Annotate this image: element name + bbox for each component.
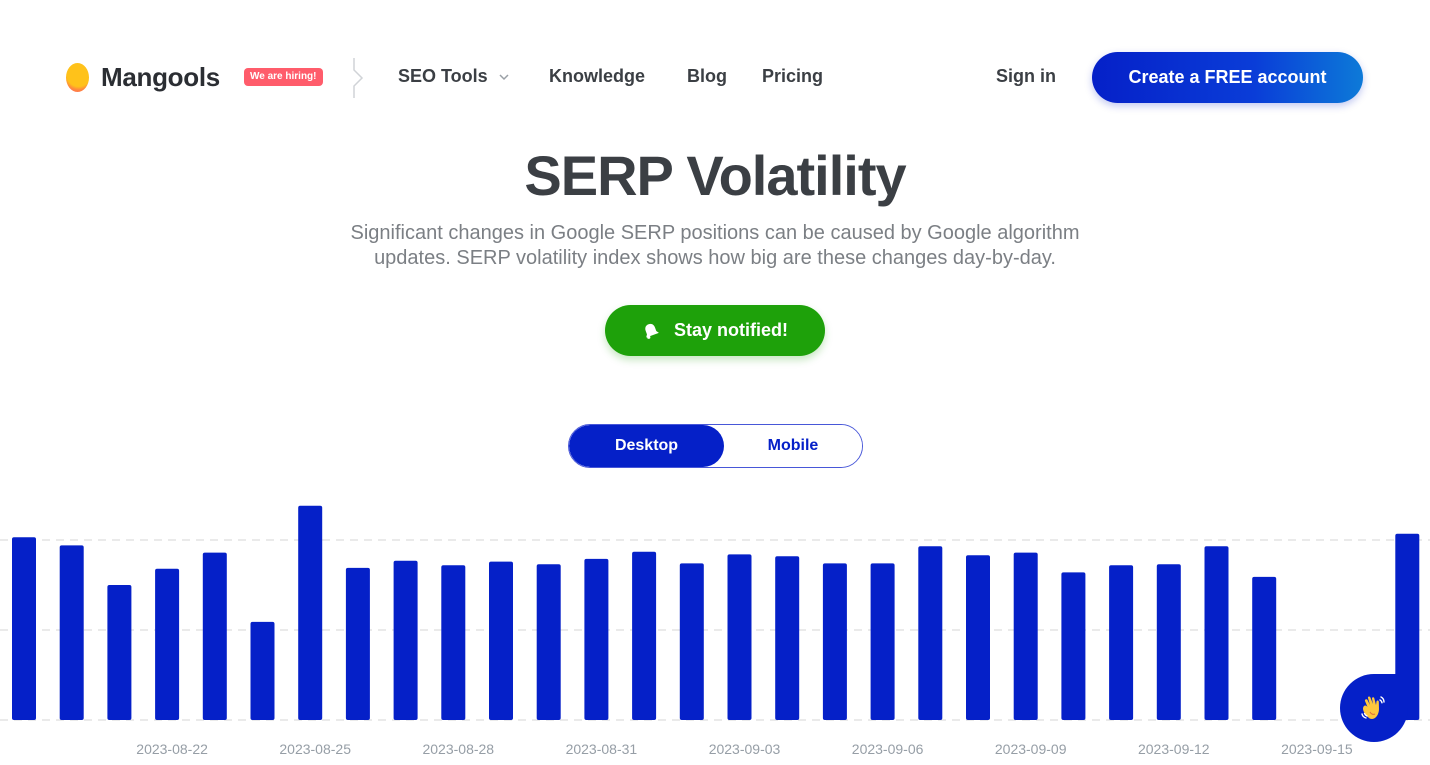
bar-2023-09-05[interactable] [822,563,847,720]
bar-2023-08-23[interactable] [202,552,227,720]
site-header: Mangools We are hiring! SEO Tools Knowle… [0,0,1430,150]
bar-2023-09-11[interactable] [1109,565,1134,720]
bar-2023-08-25[interactable] [298,505,323,720]
page-title: SERP Volatility [524,144,906,207]
bar-2023-09-08[interactable] [966,555,990,720]
nav-blog[interactable]: Blog [687,66,727,87]
x-tick-label: 2023-08-31 [566,741,638,757]
bar-2023-08-31[interactable] [584,558,609,720]
mangools-logo-icon [66,63,89,92]
bar-2023-09-13[interactable] [1204,546,1229,720]
create-account-button[interactable]: Create a FREE account [1092,52,1363,103]
x-axis-labels: 2023-08-22 2023-08-25 2023-08-28 2023-08-31… [136,741,1353,757]
page-subtitle: Significant changes in Google SERP posit… [300,221,1130,271]
logo-link[interactable]: Mangools [66,62,220,93]
bar-2023-09-07[interactable] [918,546,943,720]
x-tick-label: 2023-09-09 [995,741,1067,757]
bar-2023-08-26[interactable] [345,567,370,720]
nav-seo-tools-label: SEO Tools [398,66,488,86]
bar-2023-08-20[interactable] [59,545,84,720]
bar-2023-08-30[interactable] [536,564,561,720]
x-tick-label: 2023-09-03 [709,741,781,757]
device-toggle: Desktop Mobile [568,424,863,468]
bar-2023-08-19[interactable] [12,537,36,720]
nav-seo-tools[interactable]: SEO Tools [398,66,510,87]
nav-separator-icon [353,58,364,98]
subtitle-line-2: updates. SERP volatility index shows how… [374,247,1056,269]
bar-2023-09-10[interactable] [1061,572,1086,720]
logo-text: Mangools [101,62,220,92]
toggle-desktop[interactable]: Desktop [569,425,724,467]
x-tick-label: 2023-09-12 [1138,741,1210,757]
subtitle-line-1: Significant changes in Google SERP posit… [350,222,1080,244]
hiring-badge[interactable]: We are hiring! [244,68,323,86]
x-tick-label: 2023-09-15 [1281,741,1353,757]
bar-2023-08-28[interactable] [441,565,466,720]
nav-blog-label: Blog [687,66,727,86]
x-tick-label: 2023-08-25 [279,741,351,757]
nav-pricing[interactable]: Pricing [762,66,823,87]
nav-pricing-label: Pricing [762,66,824,86]
nav-knowledge[interactable]: Knowledge [549,66,645,87]
x-tick-label: 2023-08-28 [422,741,494,757]
bar-2023-09-09[interactable] [1013,552,1038,720]
bar-2023-09-14[interactable] [1252,576,1277,720]
waving-hand-icon [1361,696,1385,719]
create-account-label: Create a FREE account [1128,67,1327,87]
nav-knowledge-label: Knowledge [549,66,646,86]
stay-notified-label: Stay notified! [673,320,788,340]
bar-2023-08-27[interactable] [393,560,418,720]
bar-2023-08-22[interactable] [155,568,180,720]
bar-2023-09-01[interactable] [632,551,657,720]
bar-2023-08-24[interactable] [250,621,275,720]
bell-icon [645,323,659,339]
bars [12,505,1420,720]
x-tick-label: 2023-08-22 [136,741,208,757]
bar-2023-09-12[interactable] [1156,564,1181,720]
bar-2023-09-04[interactable] [775,556,800,720]
chevron-down-icon [499,73,509,80]
stay-notified-button[interactable]: Stay notified! [605,305,825,356]
bar-2023-08-21[interactable] [107,585,132,720]
bar-2023-08-29[interactable] [489,561,513,720]
serp-volatility-chart: 2023-08-22 2023-08-25 2023-08-28 2023-08-31… [0,505,1430,757]
bar-2023-09-02[interactable] [679,563,704,720]
sign-in-link[interactable]: Sign in [996,66,1056,87]
chat-widget-button[interactable] [1340,674,1408,742]
x-tick-label: 2023-09-06 [852,741,924,757]
bar-2023-09-06[interactable] [870,563,895,720]
bar-2023-09-03[interactable] [727,554,752,720]
toggle-mobile[interactable]: Mobile [724,425,862,467]
